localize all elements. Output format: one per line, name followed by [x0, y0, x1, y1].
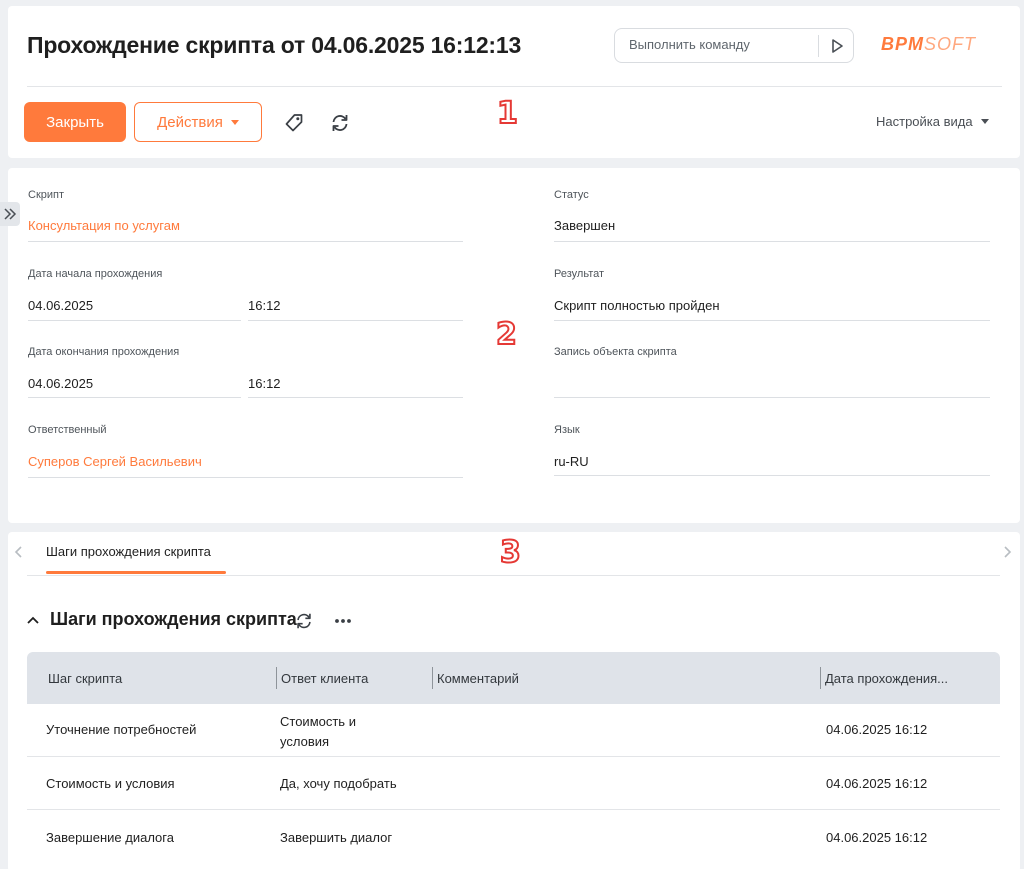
column-separator[interactable]	[276, 667, 277, 689]
status-value[interactable]: Завершен	[554, 218, 615, 233]
cell-step: Уточнение потребностей	[46, 722, 197, 737]
close-button[interactable]: Закрыть	[24, 102, 126, 142]
language-value[interactable]: ru-RU	[554, 454, 589, 469]
start-date-value[interactable]: 04.06.2025	[28, 298, 93, 313]
refresh-icon[interactable]	[329, 112, 351, 134]
field-underline	[28, 477, 463, 478]
chevron-down-icon	[980, 119, 989, 124]
field-underline	[248, 320, 463, 321]
end-time-value[interactable]: 16:12	[248, 376, 281, 391]
chevron-right-icon[interactable]	[1000, 545, 1014, 559]
cell-date: 04.06.2025 16:12	[826, 722, 928, 737]
chevron-down-icon	[230, 119, 239, 125]
header-panel: Прохождение скрипта от 04.06.2025 16:12:…	[8, 6, 1020, 158]
object-record-label: Запись объекта скрипта	[554, 346, 677, 358]
owner-label: Ответственный	[28, 424, 107, 436]
cell-answer: Да, хочу подобрать	[280, 776, 397, 791]
table-row[interactable]: Стоимость и условия Да, хочу подобрать 0…	[27, 757, 1000, 810]
column-header-step[interactable]: Шаг скрипта	[48, 671, 122, 686]
script-label: Скрипт	[28, 189, 65, 201]
double-chevron-right-icon	[4, 208, 17, 220]
cell-date: 04.06.2025 16:12	[826, 776, 928, 791]
table-row[interactable]: Уточнение потребностей Стоимость и услов…	[27, 704, 1000, 757]
field-underline	[28, 320, 241, 321]
field-underline	[28, 397, 241, 398]
marker-1: 1	[496, 95, 519, 132]
column-separator[interactable]	[432, 667, 433, 689]
field-underline	[248, 397, 463, 398]
end-date-value[interactable]: 04.06.2025	[28, 376, 93, 391]
actions-button-label: Действия	[157, 113, 223, 131]
view-settings-button[interactable]: Настройка вида	[876, 114, 989, 129]
active-tab-indicator	[46, 571, 226, 574]
cell-step: Стоимость и условия	[46, 776, 175, 791]
more-options-icon[interactable]	[333, 611, 353, 631]
chevron-up-icon[interactable]	[26, 614, 40, 626]
tabs-divider	[27, 575, 1000, 576]
page-title: Прохождение скрипта от 04.06.2025 16:12:…	[27, 32, 522, 58]
cell-answer: Стоимость и условия	[280, 714, 356, 749]
cell-date: 04.06.2025 16:12	[826, 830, 928, 845]
actions-button[interactable]: Действия	[134, 102, 262, 142]
command-input[interactable]	[629, 37, 809, 52]
tab-script-steps[interactable]: Шаги прохождения скрипта	[46, 544, 211, 559]
language-label: Язык	[554, 424, 580, 436]
result-label: Результат	[554, 268, 605, 280]
field-underline	[554, 475, 990, 476]
column-separator[interactable]	[820, 667, 821, 689]
tag-icon[interactable]	[283, 112, 305, 134]
detail-title: Шаги прохождения скрипта	[50, 609, 297, 629]
header-divider	[27, 86, 1002, 87]
column-header-date[interactable]: Дата прохождения...	[825, 671, 948, 686]
command-separator	[818, 35, 819, 57]
cell-answer: Завершить диалог	[280, 830, 393, 845]
chevron-left-icon[interactable]	[12, 545, 26, 559]
status-label: Статус	[554, 189, 589, 201]
cell-step: Завершение диалога	[46, 830, 174, 845]
refresh-icon[interactable]	[294, 611, 314, 631]
result-value[interactable]: Скрипт полностью пройден	[554, 298, 720, 313]
expand-panel-button[interactable]	[0, 202, 20, 226]
field-underline	[28, 241, 463, 242]
play-icon[interactable]	[827, 36, 847, 56]
field-underline	[554, 241, 990, 242]
owner-value[interactable]: Суперов Сергей Васильевич	[28, 454, 202, 469]
table-row[interactable]: Завершение диалога Завершить диалог 04.0…	[27, 810, 1000, 863]
start-date-label: Дата начала прохождения	[28, 268, 163, 280]
marker-3: 3	[499, 534, 522, 571]
view-settings-label: Настройка вида	[876, 114, 973, 129]
field-underline	[554, 320, 990, 321]
command-line[interactable]	[614, 28, 854, 63]
bpmsoft-logo: BPMSOFT	[881, 34, 976, 54]
start-time-value[interactable]: 16:12	[248, 298, 281, 313]
column-header-answer[interactable]: Ответ клиента	[281, 671, 368, 686]
marker-2: 2	[495, 316, 518, 353]
field-underline	[554, 397, 990, 398]
column-header-comment[interactable]: Комментарий	[437, 671, 519, 686]
grid-header: Шаг скрипта Ответ клиента Комментарий Да…	[27, 652, 1000, 704]
script-value[interactable]: Консультация по услугам	[28, 218, 180, 233]
end-date-label: Дата окончания прохождения	[28, 346, 180, 358]
